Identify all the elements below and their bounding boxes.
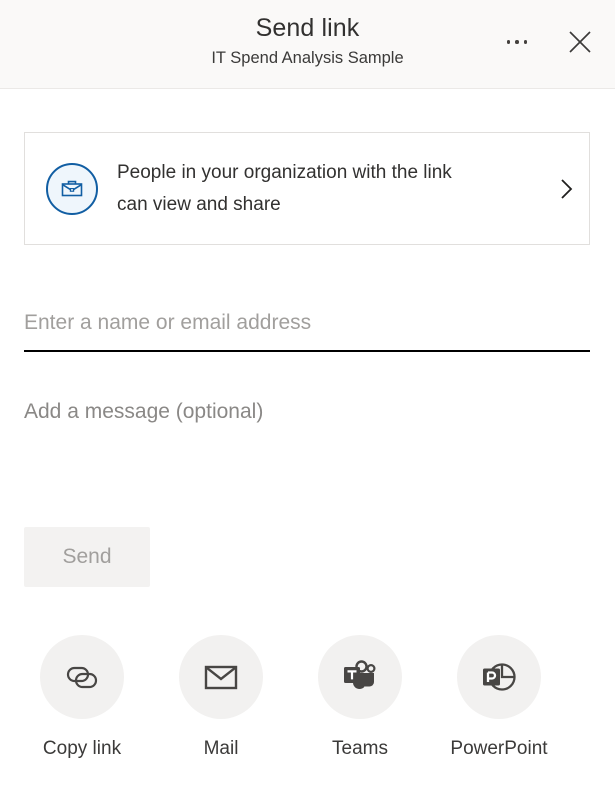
message-input[interactable] [24, 398, 590, 494]
dialog-header: Send link IT Spend Analysis Sample [0, 0, 615, 89]
send-button[interactable]: Send [24, 527, 150, 587]
envelope-icon [204, 665, 238, 690]
share-actions: Copy link Mail Teams PowerPoint [24, 635, 590, 760]
teams-button[interactable]: Teams [302, 635, 418, 760]
action-label: Teams [332, 738, 388, 759]
copy-link-button[interactable]: Copy link [24, 635, 140, 760]
powerpoint-circle [457, 635, 541, 719]
action-label: Mail [203, 738, 239, 759]
ellipsis-icon [506, 40, 528, 44]
teams-circle [318, 635, 402, 719]
close-icon [569, 31, 591, 53]
action-label: PowerPoint [450, 738, 548, 759]
recipient-field[interactable] [24, 296, 590, 352]
powerpoint-icon [483, 663, 516, 691]
copy-link-circle [40, 635, 124, 719]
mail-button[interactable]: Mail [163, 635, 279, 760]
permission-text: People in your organization with the lin… [117, 157, 533, 221]
briefcase-icon [61, 180, 83, 196]
teams-icon [344, 660, 376, 689]
link-settings-button[interactable]: People in your organization with the lin… [24, 132, 590, 245]
mail-circle [179, 635, 263, 719]
link-icon [66, 666, 98, 689]
permission-line-2: can view and share [117, 193, 281, 215]
briefcase-icon-wrapper [46, 162, 98, 215]
action-label: Copy link [42, 738, 122, 759]
permission-line-1: People in your organization with the lin… [117, 161, 452, 183]
message-field[interactable] [24, 398, 590, 494]
chevron-right-button[interactable] [543, 176, 589, 202]
close-button[interactable] [560, 22, 600, 62]
powerpoint-button[interactable]: PowerPoint [441, 635, 557, 760]
more-options-button[interactable] [497, 22, 537, 62]
chevron-right-icon [561, 178, 573, 199]
recipient-input[interactable] [24, 296, 590, 350]
